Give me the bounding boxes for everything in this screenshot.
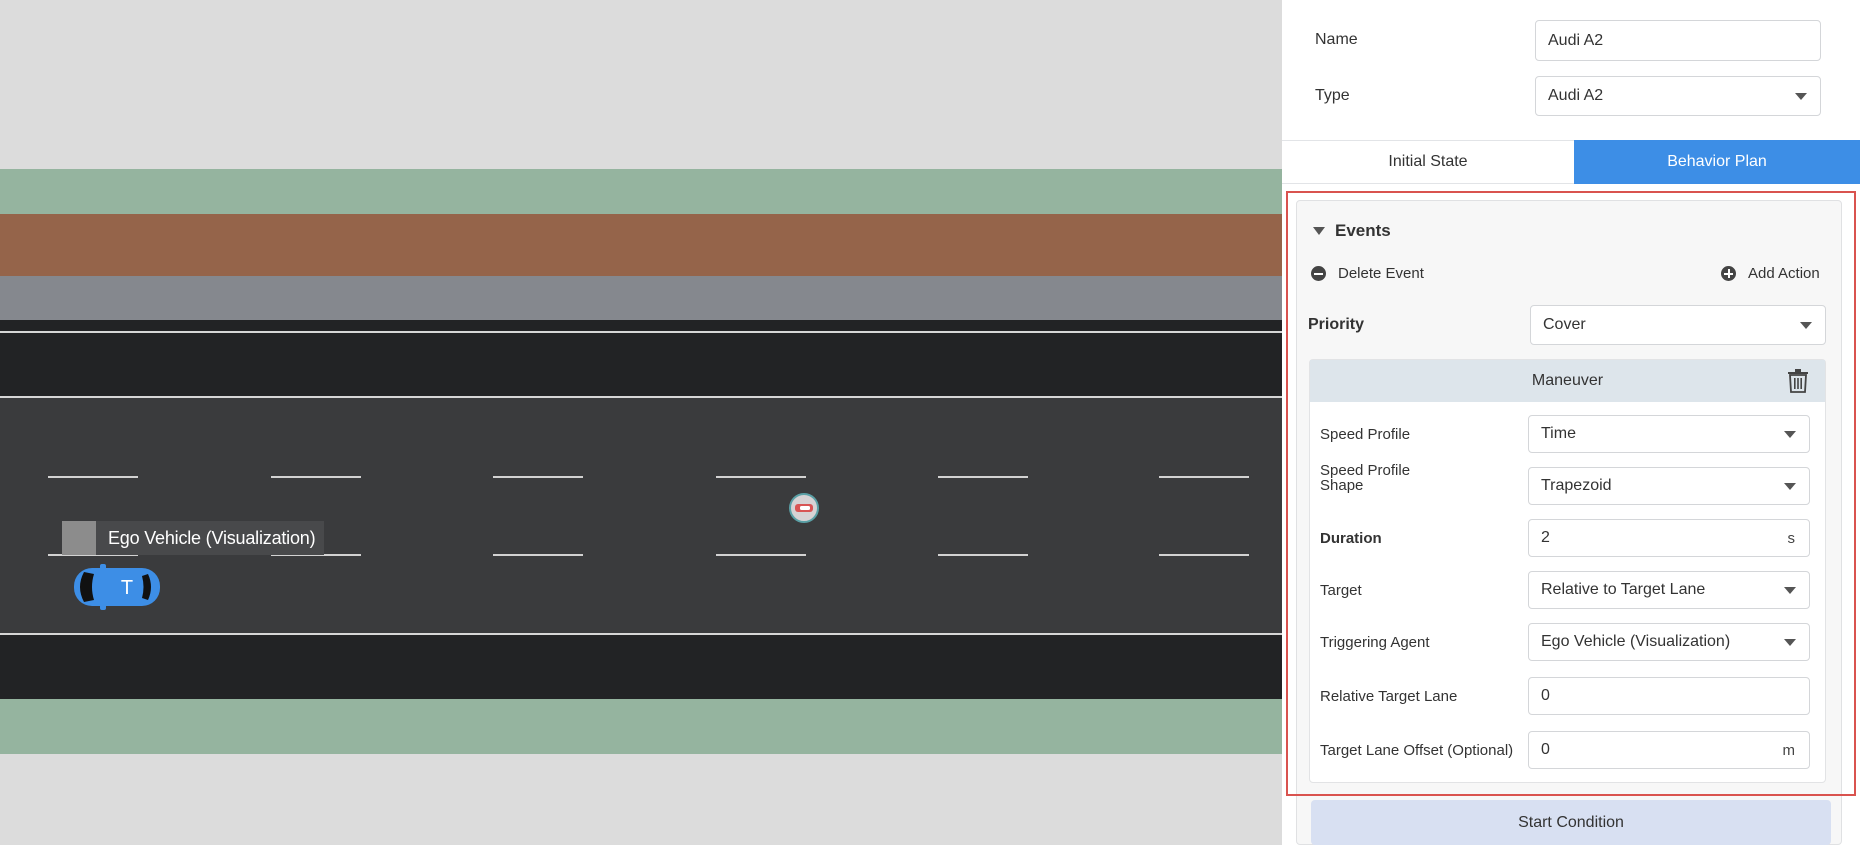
maneuver-header: Maneuver bbox=[1310, 360, 1825, 402]
trash-icon[interactable] bbox=[1787, 369, 1809, 393]
tab-behavior-plan[interactable]: Behavior Plan bbox=[1574, 140, 1860, 184]
duration-input[interactable]: 2 s bbox=[1528, 519, 1810, 557]
priority-select[interactable]: Cover bbox=[1530, 305, 1826, 345]
type-select[interactable]: Audi A2 bbox=[1535, 76, 1821, 116]
lane-dash bbox=[1159, 476, 1249, 478]
chevron-down-icon bbox=[1795, 93, 1807, 100]
speed-profile-shape-select[interactable]: Trapezoid bbox=[1528, 467, 1810, 505]
chevron-down-icon bbox=[1784, 483, 1796, 490]
lane-dash bbox=[716, 476, 806, 478]
sidewalk-strip bbox=[0, 276, 1282, 320]
duration-unit: s bbox=[1787, 529, 1796, 547]
lane-dash bbox=[493, 554, 583, 556]
grass-strip-top bbox=[0, 169, 1282, 214]
chevron-down-icon bbox=[1784, 639, 1796, 646]
grass-strip-bottom bbox=[0, 699, 1282, 754]
lane-dash bbox=[493, 476, 583, 478]
triggering-agent-label: Triggering Agent bbox=[1320, 634, 1430, 651]
maneuver-card: Maneuver Speed Profile Time Speed Profil… bbox=[1309, 359, 1826, 783]
chevron-down-icon bbox=[1800, 322, 1812, 329]
chevron-down-icon bbox=[1784, 587, 1796, 594]
minus-circle-icon bbox=[1311, 266, 1326, 281]
name-input-value: Audi A2 bbox=[1548, 31, 1604, 49]
duration-label: Duration bbox=[1320, 530, 1382, 547]
lane-dash bbox=[716, 554, 806, 556]
lane-dash bbox=[938, 554, 1028, 556]
triggering-agent-select[interactable]: Ego Vehicle (Visualization) bbox=[1528, 623, 1810, 661]
road-shoulder-bottom bbox=[0, 634, 1282, 699]
lane-dash bbox=[48, 476, 138, 478]
name-label: Name bbox=[1315, 31, 1358, 48]
speed-profile-shape-value: Trapezoid bbox=[1541, 477, 1612, 494]
priority-label: Priority bbox=[1308, 316, 1365, 333]
properties-panel: Name Audi A2 Type Audi A2 Initial State … bbox=[1282, 0, 1860, 845]
collapse-triangle-icon bbox=[1313, 227, 1325, 235]
target-value: Relative to Target Lane bbox=[1541, 581, 1706, 598]
lane-dash bbox=[271, 476, 361, 478]
lane-edge-line bbox=[0, 396, 1282, 398]
start-condition-header[interactable]: Start Condition bbox=[1311, 800, 1831, 845]
relative-target-lane-label: Relative Target Lane bbox=[1320, 688, 1458, 705]
ego-car-icon[interactable]: T bbox=[70, 564, 164, 610]
dirt-strip bbox=[0, 214, 1282, 276]
relative-target-lane-value: 0 bbox=[1541, 687, 1550, 704]
relative-target-lane-input[interactable]: 0 bbox=[1528, 677, 1810, 715]
name-input[interactable]: Audi A2 bbox=[1535, 20, 1821, 61]
ego-vehicle-label-text: Ego Vehicle (Visualization) bbox=[108, 527, 316, 548]
lane-dash bbox=[1159, 554, 1249, 556]
lane-edge-line bbox=[0, 633, 1282, 635]
priority-select-value: Cover bbox=[1543, 316, 1586, 333]
target-lane-offset-unit: m bbox=[1782, 741, 1796, 759]
lane-edge-line bbox=[0, 331, 1282, 333]
tab-initial-state[interactable]: Initial State bbox=[1282, 140, 1574, 184]
chevron-down-icon bbox=[1784, 431, 1796, 438]
target-lane-offset-value: 0 bbox=[1541, 741, 1550, 758]
target-lane-offset-label: Target Lane Offset (Optional) bbox=[1320, 742, 1514, 759]
ego-car-letter: T bbox=[121, 577, 133, 599]
speed-profile-label: Speed Profile bbox=[1320, 426, 1411, 443]
speed-profile-shape-label: Speed Profile Shape bbox=[1320, 463, 1410, 493]
maneuver-title: Maneuver bbox=[1531, 372, 1604, 389]
plus-circle-icon bbox=[1721, 266, 1736, 281]
target-select[interactable]: Relative to Target Lane bbox=[1528, 571, 1810, 609]
speed-profile-select[interactable]: Time bbox=[1528, 415, 1810, 453]
speed-profile-shape-label-line2: Shape bbox=[1320, 477, 1364, 494]
obstacle-marker-icon[interactable] bbox=[788, 492, 820, 524]
target-label: Target bbox=[1320, 582, 1362, 599]
duration-value: 2 bbox=[1541, 529, 1550, 546]
add-action-button[interactable]: Add Action bbox=[1721, 265, 1820, 282]
scene-viewport[interactable]: Ego Vehicle (Visualization) T bbox=[0, 0, 1282, 845]
add-action-label: Add Action bbox=[1748, 265, 1820, 282]
delete-event-label: Delete Event bbox=[1338, 265, 1424, 282]
ego-vehicle-label: Ego Vehicle (Visualization) bbox=[62, 521, 324, 555]
delete-event-button[interactable]: Delete Event bbox=[1311, 265, 1424, 282]
events-title: Events bbox=[1335, 221, 1391, 240]
ego-color-swatch bbox=[62, 521, 96, 555]
target-lane-offset-input[interactable]: 0 m bbox=[1528, 731, 1810, 769]
type-label: Type bbox=[1315, 87, 1350, 104]
speed-profile-value: Time bbox=[1541, 425, 1576, 442]
triggering-agent-value: Ego Vehicle (Visualization) bbox=[1541, 633, 1731, 650]
lane-dash bbox=[938, 476, 1028, 478]
type-select-value: Audi A2 bbox=[1548, 87, 1604, 104]
events-section: Events Delete Event Add Action Priority … bbox=[1296, 200, 1842, 845]
events-header[interactable]: Events bbox=[1313, 221, 1391, 241]
